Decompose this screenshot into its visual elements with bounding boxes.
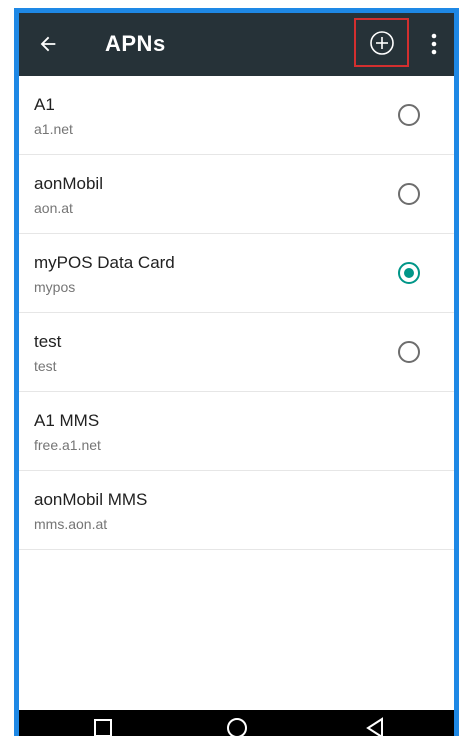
- triangle-back-icon[interactable]: [363, 716, 387, 736]
- screenshot-frame: APNs A1 a1.net aonMobil aon.at myPOS Dat…: [0, 0, 466, 736]
- apn-name: aonMobil MMS: [34, 490, 148, 509]
- apn-row-test[interactable]: test test: [19, 313, 454, 392]
- apn-address: mms.aon.at: [34, 516, 108, 532]
- back-button[interactable]: [31, 27, 65, 61]
- apn-address: aon.at: [34, 200, 73, 216]
- apn-row-aonmobil[interactable]: aonMobil aon.at: [19, 155, 454, 234]
- apn-address: a1.net: [34, 121, 73, 137]
- square-recent-icon[interactable]: [91, 716, 115, 736]
- radio-button[interactable]: [398, 183, 420, 205]
- apn-address: mypos: [34, 279, 76, 295]
- add-apn-button[interactable]: [354, 18, 409, 67]
- arrow-left-icon: [40, 36, 56, 52]
- radio-button[interactable]: [398, 104, 420, 126]
- apn-name: myPOS Data Card: [34, 253, 175, 272]
- system-nav-bar: [19, 710, 454, 736]
- more-options-button[interactable]: [419, 27, 449, 61]
- app-bar: APNs: [19, 13, 454, 76]
- apn-name: A1 MMS: [34, 411, 100, 430]
- apn-address: free.a1.net: [34, 437, 101, 453]
- apn-list: A1 a1.net aonMobil aon.at myPOS Data Car…: [19, 76, 454, 550]
- apn-row-mypos[interactable]: myPOS Data Card mypos: [19, 234, 454, 313]
- apn-row-aonmobil-mms[interactable]: aonMobil MMS mms.aon.at: [19, 471, 454, 550]
- circle-home-icon[interactable]: [225, 716, 249, 736]
- phone-screen: APNs A1 a1.net aonMobil aon.at myPOS Dat…: [19, 13, 454, 736]
- apn-name: A1: [34, 95, 55, 114]
- frame-border-right: [454, 8, 459, 736]
- radio-button[interactable]: [398, 341, 420, 363]
- apn-row-a1-mms[interactable]: A1 MMS free.a1.net: [19, 392, 454, 471]
- apn-name: test: [34, 332, 62, 351]
- apn-row-a1[interactable]: A1 a1.net: [19, 76, 454, 155]
- page-title: APNs: [105, 31, 166, 56]
- radio-button-selected[interactable]: [398, 262, 420, 284]
- apn-name: aonMobil: [34, 174, 103, 193]
- add-circle-icon: [369, 30, 394, 55]
- more-vertical-icon: [431, 33, 437, 55]
- apn-address: test: [34, 358, 57, 374]
